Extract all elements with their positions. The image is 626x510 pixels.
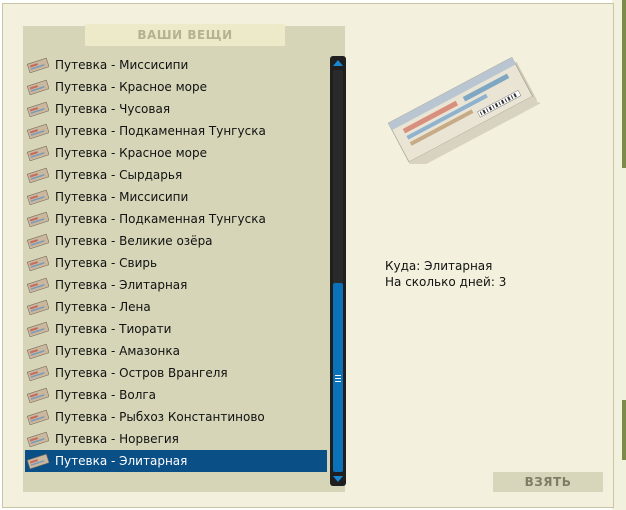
list-item[interactable]: Путевка - Красное море [25, 76, 327, 98]
list-item[interactable]: Путевка - Великие озёра [25, 230, 327, 252]
list-item[interactable]: Путевка - Сырдарья [25, 164, 327, 186]
days-row: На сколько дней: 3 [385, 274, 506, 290]
ticket-icon [27, 211, 49, 227]
list-item[interactable]: Путевка - Лена [25, 296, 327, 318]
scroll-up-arrow-icon[interactable] [330, 56, 346, 70]
list-item-label: Путевка - Рыбхоз Константиново [55, 410, 265, 424]
ticket-icon [27, 431, 49, 447]
ticket-icon [27, 365, 49, 381]
list-item[interactable]: Путевка - Элитарная [25, 450, 327, 472]
ticket-icon [27, 145, 49, 161]
list-item[interactable]: Путевка - Остров Врангеля [25, 362, 327, 384]
ticket-icon [27, 101, 49, 117]
list-item[interactable]: Путевка - Норвегия [25, 428, 327, 450]
list-item-label: Путевка - Лена [55, 300, 151, 314]
list-item-label: Путевка - Остров Врангеля [55, 366, 228, 380]
ticket-icon [27, 233, 49, 249]
scroll-down-arrow-icon[interactable] [330, 472, 346, 486]
background-page-edge [612, 0, 626, 510]
list-item[interactable]: Путевка - Амазонка [25, 340, 327, 362]
list-item-label: Путевка - Свирь [55, 256, 158, 270]
ticket-icon [27, 343, 49, 359]
ticket-icon [27, 123, 49, 139]
days-label: На сколько дней: [385, 275, 495, 289]
ticket-icon [27, 321, 49, 337]
ticket-icon [27, 299, 49, 315]
scroll-thumb[interactable] [333, 283, 343, 472]
list-item[interactable]: Путевка - Элитарная [25, 274, 327, 296]
background-bar [622, 0, 626, 168]
list-item-label: Путевка - Великие озёра [55, 234, 213, 248]
ticket-icon [27, 79, 49, 95]
ticket-icon [27, 409, 49, 425]
scroll-track[interactable] [333, 70, 343, 472]
list-item-label: Путевка - Красное море [55, 146, 207, 160]
item-list: Путевка - Миссисипи Путевка - Красное мор… [25, 54, 327, 477]
list-item[interactable]: Путевка - Свирь [25, 252, 327, 274]
list-item[interactable]: Путевка - Рыбхоз Константиново [25, 406, 327, 428]
list-item[interactable]: Путевка - Миссисипи [25, 186, 327, 208]
list-item[interactable]: Путевка - Подкаменная Тунгуска [25, 208, 327, 230]
ticket-icon [27, 255, 49, 271]
list-item[interactable]: Путевка - Миссисипи [25, 54, 327, 76]
destination-label: Куда: [385, 259, 421, 273]
list-item-label: Путевка - Тиорати [55, 322, 172, 336]
list-item-label: Путевка - Сырдарья [55, 168, 183, 182]
ticket-icon [27, 167, 49, 183]
ticket-icon [27, 453, 49, 469]
days-value: 3 [498, 275, 507, 289]
list-item[interactable]: Путевка - Красное море [25, 142, 327, 164]
list-item-label: Путевка - Амазонка [55, 344, 180, 358]
take-button[interactable]: ВЗЯТЬ [493, 472, 603, 492]
ticket-icon [27, 387, 49, 403]
destination-row: Куда: Элитарная [385, 258, 506, 274]
background-bar [622, 400, 626, 460]
item-details: Куда: Элитарная На сколько дней: 3 [385, 258, 506, 290]
list-item[interactable]: Путевка - Подкаменная Тунгуска [25, 120, 327, 142]
ticket-preview-image [387, 56, 541, 164]
list-item[interactable]: Путевка - Волга [25, 384, 327, 406]
list-item[interactable]: Путевка - Чусовая [25, 98, 327, 120]
list-item-label: Путевка - Волга [55, 388, 157, 402]
inventory-dialog: ВАШИ ВЕЩИ Путевка - Миссисипи Путевка - К… [2, 3, 614, 508]
list-item[interactable]: Путевка - Тиорати [25, 318, 327, 340]
ticket-icon [27, 189, 49, 205]
panel-title: ВАШИ ВЕЩИ [85, 24, 285, 46]
list-item-label: Путевка - Красное море [55, 80, 207, 94]
grip-icon [335, 375, 341, 382]
list-item-label: Путевка - Подкаменная Тунгуска [55, 212, 266, 226]
ticket-icon [27, 277, 49, 293]
scrollbar[interactable] [330, 56, 346, 486]
list-item-label: Путевка - Миссисипи [55, 190, 189, 204]
list-item-label: Путевка - Элитарная [55, 454, 188, 468]
list-item-label: Путевка - Миссисипи [55, 58, 189, 72]
ticket-icon [27, 57, 49, 73]
list-item-label: Путевка - Элитарная [55, 278, 188, 292]
destination-value: Элитарная [424, 259, 493, 273]
list-item-label: Путевка - Чусовая [55, 102, 171, 116]
list-item-label: Путевка - Подкаменная Тунгуска [55, 124, 266, 138]
list-item-label: Путевка - Норвегия [55, 432, 179, 446]
